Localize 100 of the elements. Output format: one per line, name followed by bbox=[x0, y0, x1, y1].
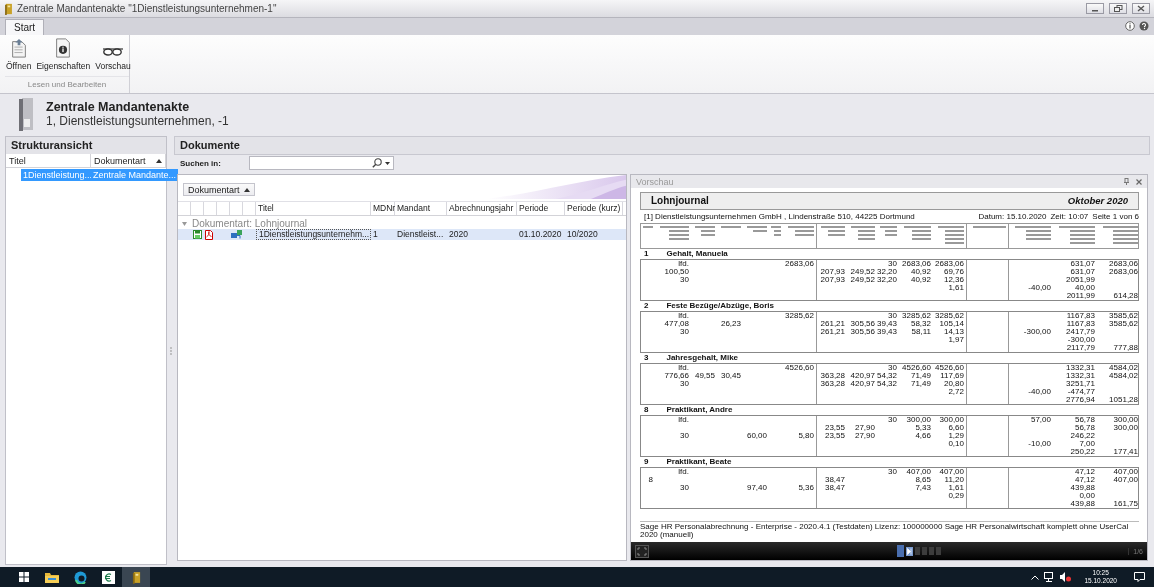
ribbon-tab[interactable]: Start bbox=[5, 19, 45, 35]
table-cell-text: 30 bbox=[679, 380, 690, 388]
table-cell-text: 4584,02 bbox=[1108, 364, 1139, 372]
ribbon-button[interactable]: Vorschau bbox=[94, 38, 132, 71]
employee-name: Praktikant, Beate bbox=[666, 458, 732, 466]
table-cell-text: 2051,99 bbox=[1065, 276, 1096, 284]
table-cell-text: 7,43 bbox=[914, 484, 932, 492]
table-cell: 2683,06 bbox=[783, 260, 817, 268]
group-label: Dokumentart: Lohnjournal bbox=[192, 218, 308, 229]
column-header[interactable]: Mandant bbox=[395, 202, 447, 215]
table-cell[interactable]: 1 bbox=[371, 229, 395, 240]
expanded-icon[interactable] bbox=[182, 221, 187, 226]
table-cell-text: 2683,06 bbox=[901, 260, 932, 268]
table-cell-text: 71,49 bbox=[909, 372, 932, 380]
page-thumbnail[interactable] bbox=[896, 545, 904, 557]
table-cell-text: 97,40 bbox=[745, 484, 768, 492]
table-cell[interactable]: 1Dienstleistungsunternehm... bbox=[256, 229, 371, 240]
table-cell[interactable]: Dienstleist... bbox=[395, 229, 447, 240]
search-icon[interactable] bbox=[372, 158, 382, 168]
speaker-muted-icon[interactable] bbox=[1060, 572, 1072, 582]
table-cell-text: 614,28 bbox=[1112, 292, 1139, 300]
table-cell: 2683,06 bbox=[933, 260, 967, 268]
ribbon-button[interactable]: Eigenschaften bbox=[35, 38, 92, 71]
notification-icon[interactable] bbox=[1134, 572, 1145, 582]
close-icon[interactable] bbox=[1136, 178, 1142, 185]
table-cell: 6,60 bbox=[933, 424, 967, 432]
pin-icon[interactable] bbox=[1124, 178, 1129, 185]
column-header[interactable]: Dokumentart bbox=[91, 154, 166, 167]
table-cell: 3285,62 bbox=[933, 312, 967, 320]
table-cell[interactable]: 10/2020 bbox=[565, 229, 623, 240]
table-cell-text: 47,12 bbox=[1073, 468, 1096, 476]
search-label: Suchen in: bbox=[180, 158, 222, 168]
table-cell-text: -40,00 bbox=[1027, 388, 1052, 396]
table-cell-text: 49,55 bbox=[693, 372, 716, 380]
table-cell-text: 4,66 bbox=[914, 432, 932, 440]
restore-icon[interactable] bbox=[1113, 5, 1123, 12]
table-cell-text: 3285,62 bbox=[901, 312, 932, 320]
edge-browser-icon[interactable] bbox=[73, 570, 87, 584]
table-cell: 32,20 bbox=[877, 276, 899, 284]
table-cell: 117,69 bbox=[933, 372, 967, 380]
table-cell: 1,61 bbox=[933, 284, 967, 292]
header-subtitle: 1, Dienstleistungsunternehmen, -1 bbox=[46, 114, 229, 128]
table-cell-text: -300,00 bbox=[1066, 336, 1096, 344]
network-icon[interactable] bbox=[1044, 572, 1056, 582]
binder-icon[interactable] bbox=[131, 570, 141, 584]
glasses-icon bbox=[101, 46, 124, 58]
folder-icon[interactable] bbox=[45, 571, 59, 583]
column-header[interactable]: Abrechnungsjahr bbox=[447, 202, 517, 215]
ribbon-button[interactable]: Öffnen bbox=[5, 38, 33, 71]
splitter-handle-icon[interactable] bbox=[169, 346, 172, 355]
page-thumbnail[interactable] bbox=[914, 547, 920, 555]
table-cell[interactable]: 01.10.2020 bbox=[517, 229, 565, 240]
dropdown-caret-icon[interactable] bbox=[385, 161, 390, 165]
table-cell-text: 777,88 bbox=[1112, 344, 1139, 352]
column-header[interactable]: MDNr bbox=[371, 202, 395, 215]
table-cell: 11,20 bbox=[933, 476, 967, 484]
table-cell-text: 2011,99 bbox=[1065, 292, 1096, 300]
table-cell-text: 420,97 bbox=[849, 372, 876, 380]
table-cell[interactable]: 2020 bbox=[447, 229, 517, 240]
page-thumbnail[interactable] bbox=[935, 547, 941, 555]
close-button[interactable] bbox=[1132, 3, 1150, 14]
table-cell-text: 477,08 bbox=[663, 320, 690, 328]
column-header[interactable]: Titel bbox=[6, 154, 91, 167]
employee-number: 9 bbox=[644, 458, 649, 466]
table-cell-text: 439,88 bbox=[1069, 500, 1096, 508]
table-cell-text: 420,97 bbox=[849, 380, 876, 388]
table-cell: 4526,60 bbox=[783, 364, 817, 372]
table-cell: 0,29 bbox=[933, 492, 967, 500]
table-cell-text: 439,88 bbox=[1069, 484, 1096, 492]
restore-button[interactable] bbox=[1109, 3, 1127, 14]
search-field[interactable] bbox=[249, 156, 394, 170]
page-thumbnail[interactable] bbox=[928, 547, 934, 555]
column-header[interactable]: Periode (kurz) bbox=[565, 202, 623, 215]
employee-name: Gehalt, Manuela bbox=[666, 250, 728, 258]
table-cell-text: 40,92 bbox=[909, 276, 932, 284]
window-title: Zentrale Mandantenakte "1Dienstleistungsunternehmen-1" bbox=[17, 3, 277, 14]
minimize-button[interactable] bbox=[1086, 3, 1104, 14]
help-icon[interactable] bbox=[1139, 21, 1149, 31]
pdf-icon[interactable] bbox=[205, 229, 213, 240]
table-cell: 12,36 bbox=[933, 276, 967, 284]
table-cell-text: 2776,94 bbox=[1065, 396, 1096, 404]
table-cell-text: lfd. bbox=[677, 364, 690, 372]
windows-start-icon[interactable] bbox=[19, 572, 29, 582]
table-cell-text: 0,00 bbox=[1078, 492, 1096, 500]
column-header[interactable]: Titel bbox=[256, 202, 371, 215]
column-header[interactable]: Periode bbox=[517, 202, 565, 215]
close-icon[interactable] bbox=[1137, 5, 1145, 12]
chevron-up-icon[interactable] bbox=[1031, 574, 1040, 580]
group-by-button[interactable]: Dokumentart bbox=[183, 183, 255, 196]
table-cell-text: 1332,31 bbox=[1065, 372, 1096, 380]
table-cell-text: -40,00 bbox=[1027, 284, 1052, 292]
next-page-icon[interactable] bbox=[905, 546, 913, 556]
table-cell-text: 3585,62 bbox=[1108, 320, 1139, 328]
info-icon[interactable] bbox=[1125, 21, 1135, 31]
table-cell-text: 305,56 bbox=[849, 320, 876, 328]
euro-app-icon[interactable] bbox=[101, 570, 115, 584]
employee-name: Feste Bezüge/Abzüge, Boris bbox=[666, 302, 775, 310]
page-thumbnail[interactable] bbox=[921, 547, 927, 555]
table-cell: 1,29 bbox=[933, 432, 967, 440]
table-cell-text: 8,65 bbox=[914, 476, 932, 484]
